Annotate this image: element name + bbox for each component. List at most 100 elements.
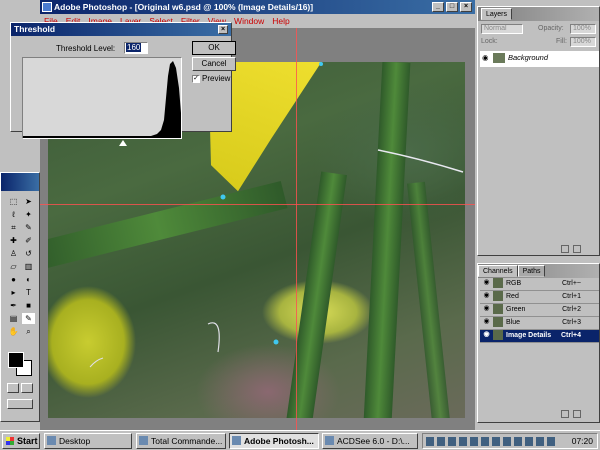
notes-icon[interactable]: ▤ [7, 313, 20, 324]
channel-row-blue[interactable]: ◉ Blue Ctrl+3 [480, 317, 599, 330]
preview-checkbox[interactable]: ✓ Preview [192, 74, 230, 83]
new-channel-icon[interactable] [561, 410, 569, 418]
ok-button[interactable]: OK [192, 41, 236, 55]
dialog-title[interactable]: Threshold [11, 23, 231, 36]
taskbar: Start Desktop Total Commande... Adobe Ph… [0, 430, 600, 450]
tab-paths[interactable]: Paths [517, 265, 546, 277]
marquee-icon[interactable]: ⬚ [7, 196, 20, 207]
eraser-icon[interactable]: ▱ [7, 261, 20, 272]
app-icon [139, 436, 148, 445]
channel-thumbnail [493, 317, 503, 328]
lock-label: Lock: [481, 38, 498, 45]
opacity-input[interactable]: 100% [570, 24, 596, 34]
layer-row-background[interactable]: ◉ Background [480, 51, 599, 67]
pen-icon[interactable]: ✒ [7, 300, 20, 311]
blend-mode-select[interactable]: Normal [481, 24, 523, 34]
toolbox: ⬚ ➤ ℓ ✦ ⌗ ✎ ✚ ✐ ♙ ↺ ▱ ▥ ● ◐ ▸ T ✒ ■ ▤ ✎ ✋ ⌕ [0, 172, 40, 422]
gradient-icon[interactable]: ▥ [22, 261, 35, 272]
crop-icon[interactable]: ⌗ [7, 222, 20, 233]
task-photoshop[interactable]: Adobe Photosh... [229, 433, 319, 449]
photoshop-title-bar[interactable]: Adobe Photoshop - [Original w6.psd @ 100… [40, 0, 475, 14]
channel-row-green[interactable]: ◉ Green Ctrl+2 [480, 304, 599, 317]
eye-icon[interactable]: ◉ [482, 279, 491, 288]
channel-row-rgb[interactable]: ◉ RGB Ctrl+~ [480, 278, 599, 291]
eye-icon[interactable]: ◉ [482, 292, 491, 301]
channels-palette: Channels Paths ◉ RGB Ctrl+~ ◉ Red Ctrl+1 ◉ Gre… [477, 263, 600, 423]
magic-wand-icon[interactable]: ✦ [22, 209, 35, 220]
opacity-label: Opacity: [538, 25, 564, 32]
shape-icon[interactable]: ■ [22, 300, 35, 311]
task-total-commander[interactable]: Total Commande... [136, 433, 226, 449]
channel-row-image-details[interactable]: ◉ Image Details Ctrl+4 [480, 330, 599, 343]
preview-check-icon[interactable]: ✓ [192, 74, 200, 83]
move-icon[interactable]: ➤ [22, 196, 35, 207]
dodge-icon[interactable]: ◐ [22, 274, 35, 285]
channel-thumbnail [493, 330, 503, 341]
cancel-button[interactable]: Cancel [192, 57, 236, 71]
layers-palette-header[interactable]: Layers [478, 7, 599, 21]
eyedropper-icon[interactable]: ✎ [22, 313, 35, 324]
start-button[interactable]: Start [2, 433, 40, 449]
app-icon [325, 436, 334, 445]
threshold-level-label: Threshold Level: [56, 44, 116, 53]
eye-icon[interactable]: ◉ [482, 305, 491, 314]
fill-input[interactable]: 100% [570, 37, 596, 47]
cyan-point [273, 339, 279, 345]
screen-mode-icon[interactable] [7, 399, 33, 409]
white-filament [89, 357, 104, 368]
folder-icon [47, 436, 56, 445]
dialog-close-icon[interactable]: × [218, 25, 228, 34]
standard-mode-icon[interactable] [7, 383, 19, 393]
path-select-icon[interactable]: ▸ [7, 287, 20, 298]
threshold-slider-handle[interactable] [118, 140, 127, 146]
foreground-color-swatch[interactable] [8, 352, 24, 368]
task-acdsee[interactable]: ACDSee 6.0 - D:\... [322, 433, 418, 449]
clock[interactable]: 07:20 [572, 434, 593, 448]
layer-name: Background [508, 53, 549, 62]
clone-stamp-icon[interactable]: ♙ [7, 248, 20, 259]
eye-icon[interactable]: ◉ [482, 331, 491, 340]
eye-icon[interactable]: ◉ [482, 318, 491, 327]
zoom-icon[interactable]: ⌕ [22, 326, 35, 337]
channel-thumbnail [493, 304, 503, 315]
healing-brush-icon[interactable]: ✚ [7, 235, 20, 246]
tool-grid: ⬚ ➤ ℓ ✦ ⌗ ✎ ✚ ✐ ♙ ↺ ▱ ▥ ● ◐ ▸ T ✒ ■ ▤ ✎ ✋ ⌕ [6, 195, 36, 338]
channel-thumbnail [493, 278, 503, 289]
layers-footer [480, 245, 599, 255]
cyan-point [220, 194, 226, 200]
toolbox-header[interactable] [1, 173, 39, 191]
tray-icons[interactable] [426, 437, 556, 446]
tab-layers[interactable]: Layers [481, 8, 513, 20]
trash-icon[interactable] [573, 245, 581, 253]
blur-icon[interactable]: ● [7, 274, 20, 285]
task-desktop[interactable]: Desktop [44, 433, 132, 449]
horizontal-guide [40, 204, 475, 205]
threshold-level-input[interactable]: 160 [124, 42, 148, 54]
channel-row-red[interactable]: ◉ Red Ctrl+1 [480, 291, 599, 304]
hand-icon[interactable]: ✋ [7, 326, 20, 337]
cyan-point [319, 62, 323, 66]
maximize-icon[interactable]: □ [446, 2, 458, 12]
eye-icon[interactable]: ◉ [482, 51, 491, 65]
trash-icon[interactable] [573, 410, 581, 418]
window-title: Adobe Photoshop - [Original w6.psd @ 100… [54, 2, 314, 12]
quick-mask-icon[interactable] [21, 383, 33, 393]
menu-help[interactable]: Help [268, 14, 293, 28]
histogram-graph [23, 61, 181, 138]
close-icon[interactable]: × [460, 2, 472, 12]
brush-icon[interactable]: ✐ [22, 235, 35, 246]
menu-window[interactable]: Window [230, 14, 268, 28]
threshold-histogram [22, 57, 182, 139]
new-layer-icon[interactable] [561, 245, 569, 253]
minimize-icon[interactable]: _ [432, 2, 444, 12]
channels-palette-header[interactable]: Channels Paths [478, 264, 599, 278]
photoshop-icon [42, 2, 52, 12]
history-brush-icon[interactable]: ↺ [22, 248, 35, 259]
tab-channels[interactable]: Channels [478, 265, 518, 277]
lasso-icon[interactable]: ℓ [7, 209, 20, 220]
channels-footer [480, 410, 599, 420]
white-filament [377, 149, 464, 173]
fill-label: Fill: [556, 38, 567, 45]
type-icon[interactable]: T [22, 287, 35, 298]
slice-icon[interactable]: ✎ [22, 222, 35, 233]
